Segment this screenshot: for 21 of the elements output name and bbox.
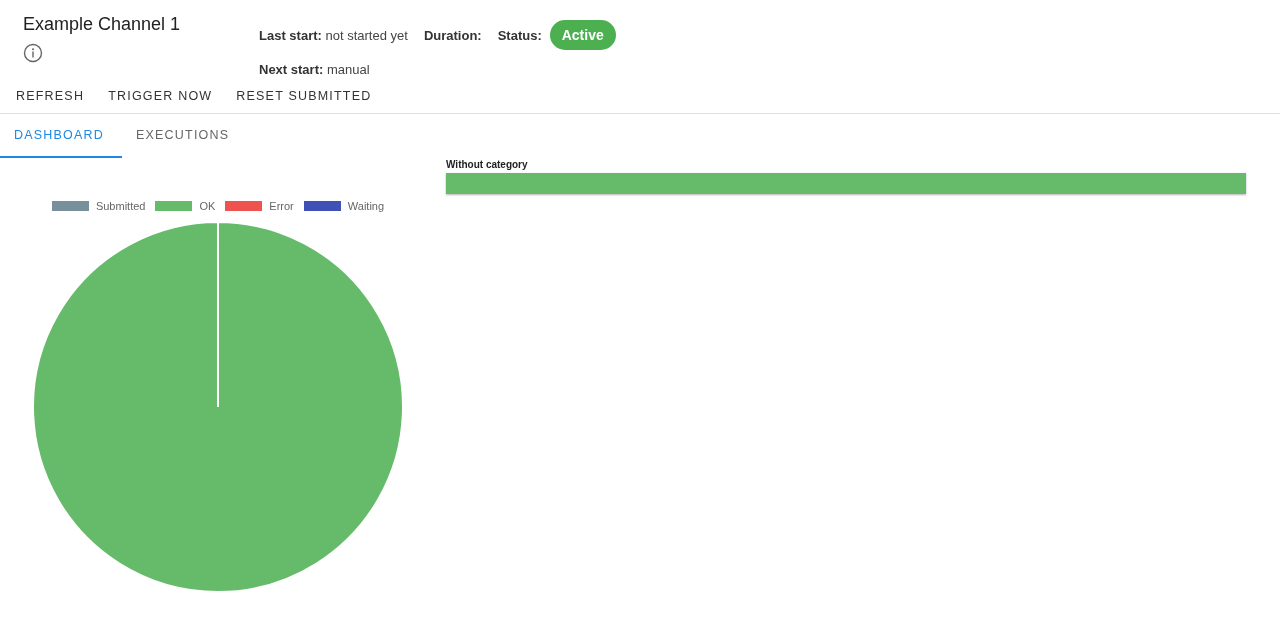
legend-swatch xyxy=(51,201,89,211)
action-button[interactable]: REFRESH xyxy=(8,83,93,109)
action-button[interactable]: TRIGGER NOW xyxy=(100,83,221,109)
legend-swatch xyxy=(225,201,263,211)
status-label: Status: xyxy=(497,27,542,43)
legend-swatch xyxy=(303,201,341,211)
category-label: Without category xyxy=(446,159,529,170)
channel-title: Example Channel 1 xyxy=(23,14,182,35)
legend-label: OK xyxy=(199,200,216,212)
next-start-text: Next start: manual xyxy=(259,62,371,77)
status-chip: Active xyxy=(549,20,616,50)
action-button[interactable]: RESET SUBMITTED xyxy=(228,83,380,109)
info-icon[interactable] xyxy=(23,43,43,63)
legend-label: Waiting xyxy=(347,200,385,212)
last-start-text: Last start: not started yet xyxy=(259,27,408,43)
tab[interactable]: DASHBOARD xyxy=(0,114,122,158)
legend-swatch xyxy=(155,201,193,211)
legend-label: Error xyxy=(269,200,294,212)
duration-label: Duration: xyxy=(423,27,482,43)
tab[interactable]: EXECUTIONS xyxy=(122,114,244,158)
legend-label: Submitted xyxy=(95,200,146,212)
